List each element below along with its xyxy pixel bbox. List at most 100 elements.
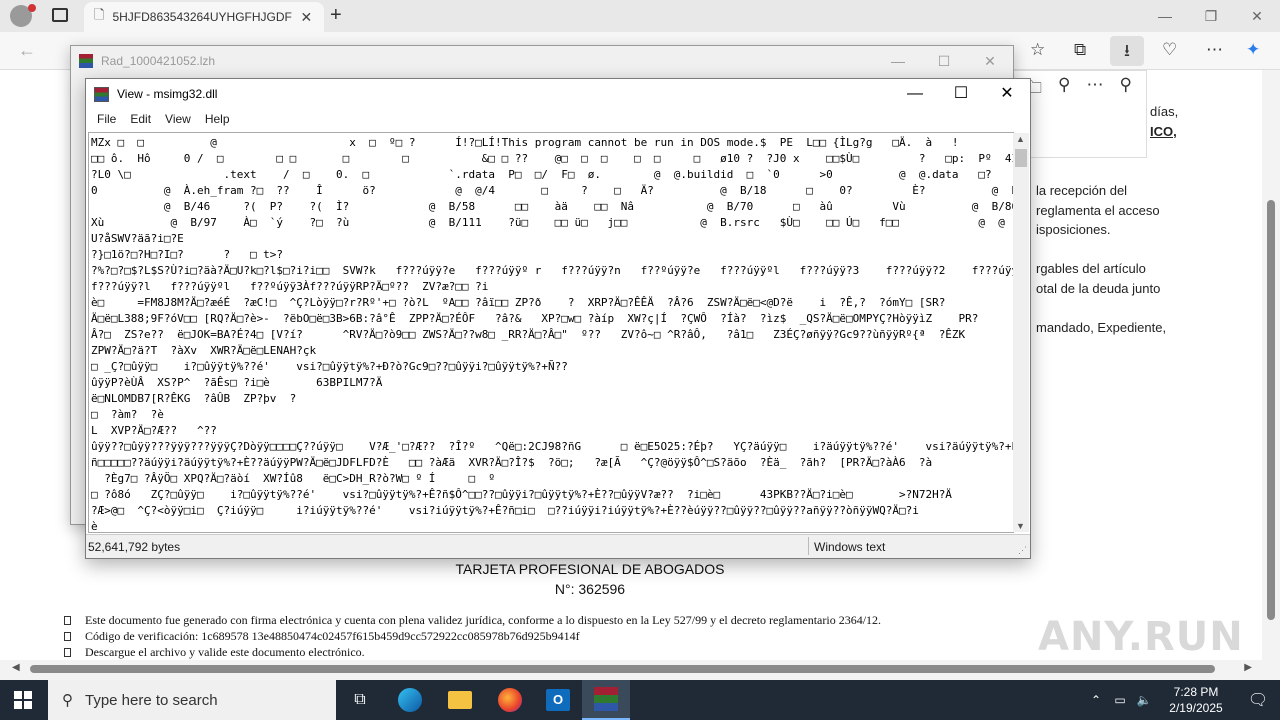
favorites-icon[interactable]: ☆	[1030, 40, 1045, 60]
menu-edit[interactable]: Edit	[123, 109, 158, 129]
clock[interactable]: 7:28 PM 2/19/2025	[1156, 684, 1236, 716]
taskbar-firefox[interactable]	[486, 680, 534, 720]
downloads-flyout-partial: 🗀 ⚲ ⋯ ⚲	[1012, 70, 1147, 158]
page-horizontal-scrollbar[interactable]: ◀ ▶	[0, 660, 1262, 678]
search-icon: ⚲	[62, 692, 73, 709]
scroll-up-icon[interactable]: ▲	[1016, 134, 1025, 144]
viewer-titlebar: View - msimg32.dll	[86, 79, 1030, 109]
viewer-vertical-scrollbar[interactable]: ▲ ▼	[1013, 133, 1029, 532]
minimize-button[interactable]: —	[892, 79, 938, 109]
tab-actions-icon[interactable]	[52, 8, 68, 22]
system-tray: ⌃ ▭ 🔈 7:28 PM 2/19/2025 🗨	[1084, 680, 1280, 720]
task-view-icon: ⧉	[354, 691, 366, 708]
search-icon[interactable]: ⚲	[1058, 75, 1070, 104]
file-size-label: 52,641,792 bytes	[88, 540, 181, 554]
page-text-fragment: días,	[1150, 104, 1179, 119]
restore-button[interactable]: ❐	[1188, 0, 1234, 32]
file-content-text: MZx □ □ @ x □ º□ ? Í!?□LÍ!This program c…	[91, 136, 1013, 533]
minimize-button[interactable]: —	[1142, 0, 1188, 32]
archive-titlebar: Rad_1000421052.lzh	[71, 46, 1013, 76]
clock-time: 7:28 PM	[1173, 685, 1219, 699]
browser-tab[interactable]: 🗋 5HJFD863543264UYHGFHJGDF86 ✕	[84, 2, 324, 32]
notification-icon[interactable]: 🗨	[1236, 690, 1280, 710]
maximize-button[interactable]: ☐	[921, 46, 967, 76]
menu-file[interactable]: File	[90, 109, 123, 129]
winrar-icon	[79, 54, 93, 68]
viewer-title: View - msimg32.dll	[117, 87, 218, 101]
close-button[interactable]: ✕	[1234, 0, 1280, 32]
new-tab-button[interactable]: +	[330, 4, 342, 27]
list-item: Descargue el archivo y valide este docum…	[64, 644, 881, 660]
bullet-icon	[64, 631, 71, 641]
taskbar-search[interactable]: ⚲ Type here to search	[48, 680, 336, 720]
resize-grip-icon[interactable]: ⋰	[1018, 545, 1027, 556]
profile-notification-dot	[28, 4, 36, 12]
search-placeholder: Type here to search	[85, 691, 218, 709]
menu-help[interactable]: Help	[198, 109, 237, 129]
network-icon[interactable]: ▭	[1108, 693, 1132, 707]
doc-number: N°: 362596	[554, 581, 626, 597]
encoding-label: Windows text	[814, 540, 886, 554]
tab-title: 5HJFD863543264UYHGFHJGDF86	[112, 10, 293, 24]
page-text-fragment: reglamenta el acceso	[1036, 203, 1160, 218]
page-text-fragment: rgables del artículo	[1036, 261, 1146, 276]
taskbar-file-explorer[interactable]	[436, 680, 484, 720]
clock-date: 2/19/2025	[1169, 701, 1223, 715]
winrar-icon	[594, 687, 618, 711]
start-button[interactable]	[14, 691, 32, 709]
copilot-icon[interactable]: ✦	[1246, 40, 1260, 60]
doc-title: TARJETA PROFESIONAL DE ABOGADOS	[455, 561, 725, 577]
chevron-up-icon[interactable]: ⌃	[1084, 693, 1108, 707]
pin-icon[interactable]: ⚲	[1119, 75, 1131, 104]
back-icon[interactable]: ←	[18, 40, 36, 61]
winrar-icon	[94, 86, 109, 102]
scroll-left-icon[interactable]: ◀	[12, 662, 20, 673]
taskbar-winrar[interactable]	[582, 680, 630, 720]
more-options-icon[interactable]: ⋯	[1206, 40, 1223, 60]
volume-icon[interactable]: 🔈	[1132, 693, 1156, 707]
page-text-fragment: la recepción del	[1036, 183, 1128, 198]
maximize-button[interactable]: ☐	[938, 79, 984, 109]
edge-icon	[398, 688, 422, 712]
outlook-icon: O	[546, 689, 570, 711]
taskbar-outlook[interactable]: O	[534, 680, 582, 720]
bullet-text: Descargue el archivo y valide este docum…	[85, 644, 365, 659]
scroll-down-icon[interactable]: ▼	[1016, 521, 1025, 531]
list-item: Código de verificación: 1c689578 13e4885…	[64, 628, 881, 644]
task-view-button[interactable]: ⧉	[336, 680, 384, 720]
viewer-window[interactable]: View - msimg32.dll — ☐ ✕ File Edit View …	[85, 78, 1031, 559]
page-vertical-scrollbar[interactable]	[1262, 70, 1280, 660]
menu-view[interactable]: View	[158, 109, 198, 129]
doc-bullet-list: Este documento fue generado con firma el…	[64, 612, 881, 660]
close-button[interactable]: ✕	[967, 46, 1013, 76]
tab-close-icon[interactable]: ✕	[300, 9, 312, 26]
archive-title: Rad_1000421052.lzh	[101, 54, 216, 68]
bullet-icon	[64, 647, 71, 657]
close-button[interactable]: ✕	[984, 79, 1030, 109]
file-content-area[interactable]: MZx □ □ @ x □ º□ ? Í!?□LÍ!This program c…	[88, 132, 1014, 533]
more-icon[interactable]: ⋯	[1086, 75, 1103, 104]
minimize-button[interactable]: —	[875, 46, 921, 76]
taskbar-edge[interactable]	[386, 680, 434, 720]
scroll-right-icon[interactable]: ▶	[1244, 662, 1252, 673]
status-divider	[808, 537, 809, 555]
archive-window-controls: — ☐ ✕	[875, 46, 1013, 76]
page-link-fragment[interactable]: ICO,	[1150, 124, 1177, 139]
performance-icon[interactable]: ♡	[1162, 40, 1177, 60]
scroll-thumb[interactable]	[1015, 149, 1027, 167]
taskbar: ⚲ Type here to search ⧉ O ⌃ ▭ 🔈 7:28 PM …	[0, 680, 1280, 720]
downloads-icon[interactable]: ⭳	[1110, 36, 1144, 66]
page-text-fragment: isposiciones.	[1036, 222, 1111, 237]
browser-tab-bar: 🗋 5HJFD863543264UYHGFHJGDF86 ✕ + — ❐ ✕	[0, 0, 1280, 32]
list-item: Este documento fue generado con firma el…	[64, 612, 881, 628]
viewer-menubar: File Edit View Help	[86, 109, 1030, 129]
firefox-icon	[498, 688, 522, 712]
scroll-thumb[interactable]	[30, 665, 1215, 673]
scroll-thumb[interactable]	[1267, 200, 1275, 620]
bullet-icon	[64, 615, 71, 625]
viewer-statusbar: 52,641,792 bytes Windows text ⋰	[86, 534, 1030, 558]
collections-icon[interactable]: ⧉	[1074, 40, 1086, 60]
page-icon: 🗋	[94, 7, 105, 22]
folder-icon	[448, 691, 472, 709]
viewer-window-controls: — ☐ ✕	[892, 79, 1030, 109]
